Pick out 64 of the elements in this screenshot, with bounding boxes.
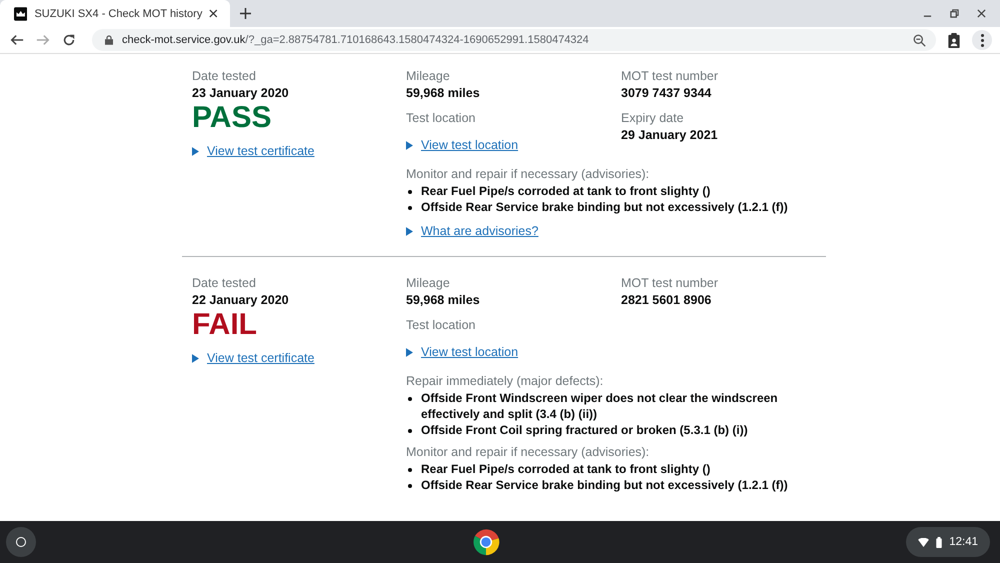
bullet-icon — [408, 206, 412, 210]
defect-heading: Monitor and repair if necessary (advisories): — [406, 444, 650, 461]
certificate-link[interactable]: View test certificate — [207, 350, 314, 367]
field-value: 59,968 miles — [406, 85, 481, 102]
defect-heading: Monitor and repair if necessary (advisories): — [406, 166, 650, 183]
field-label: MOT test number — [621, 275, 720, 292]
bullet-icon — [408, 428, 412, 432]
defect-item: Rear Fuel Pipe/s corroded at tank to front slighty () — [421, 461, 712, 477]
reload-icon[interactable] — [62, 33, 76, 47]
field-value: 22 January 2020 — [192, 292, 290, 309]
field-value: 29 January 2021 — [621, 127, 719, 144]
back-icon[interactable] — [10, 33, 24, 47]
restore-icon[interactable] — [950, 9, 959, 18]
defect-item: Offside Rear Service brake binding but not excessively (1.2.1 (f)) — [421, 477, 789, 493]
bullet-icon — [408, 396, 412, 400]
expand-triangle-icon[interactable] — [406, 141, 413, 150]
expand-triangle-icon[interactable] — [406, 227, 413, 236]
url-host: check-mot.service.gov.uk — [122, 34, 246, 46]
field-label: Test location — [406, 110, 476, 127]
field-label: Mileage — [406, 68, 451, 85]
field-value: 3079 7437 9344 — [621, 85, 712, 102]
location-link[interactable]: View test location — [421, 137, 518, 154]
expand-triangle-icon[interactable] — [192, 147, 199, 156]
field-label: Date tested — [192, 68, 257, 85]
field-value: 59,968 miles — [406, 292, 481, 309]
url-path: /?_ga=2.88754781.710168643.1580474324-1690652991.1580474324 — [245, 34, 589, 46]
location-link[interactable]: View test location — [421, 344, 518, 361]
field-label: Expiry date — [621, 110, 685, 127]
field-label: Mileage — [406, 275, 451, 292]
defect-heading: Repair immediately (major defects): — [406, 373, 604, 390]
close-icon[interactable] — [977, 9, 986, 18]
certificate-link[interactable]: View test certificate — [207, 143, 314, 160]
chrome-icon[interactable] — [471, 527, 502, 557]
status-tray[interactable]: 12:41 — [906, 527, 990, 557]
battery-icon — [936, 536, 942, 548]
zoom-out-icon[interactable] — [913, 34, 926, 46]
test-result: FAIL — [192, 309, 258, 341]
launcher-button[interactable] — [6, 527, 36, 557]
expand-triangle-icon[interactable] — [406, 348, 413, 357]
defect-item: Offside Rear Service brake binding but not excessively (1.2.1 (f)) — [421, 199, 789, 215]
expand-triangle-icon[interactable] — [192, 354, 199, 363]
defect-item: Offside Front Coil spring fractured or broken (5.3.1 (b) (i)) — [421, 422, 749, 438]
lock-icon — [105, 35, 113, 45]
clock-time: 12:41 — [949, 536, 978, 548]
wifi-icon — [918, 538, 930, 546]
defect-item: Offside Front Windscreen wiper does not clear the windscreen effectively and split (3.4 (b) (ii)) — [421, 390, 779, 422]
field-label: MOT test number — [621, 68, 720, 85]
field-label: Test location — [406, 317, 476, 334]
crown-icon — [14, 6, 28, 20]
browser-tab[interactable]: SUZUKI SX4 - Check MOT history — [0, 0, 230, 27]
bullet-icon — [408, 190, 412, 194]
advisories-link[interactable]: What are advisories? — [421, 223, 538, 240]
field-value: 23 January 2020 — [192, 85, 290, 102]
test-result: PASS — [192, 102, 272, 134]
field-label: Date tested — [192, 275, 257, 292]
close-icon[interactable] — [209, 9, 218, 18]
address-bar[interactable]: check-mot.service.gov.uk/?_ga=2.88754781.710168643.1580474324-1690652991.1580474324 — [92, 29, 936, 51]
bullet-icon — [408, 468, 412, 472]
clipboard-icon[interactable] — [948, 32, 960, 48]
defect-item: Rear Fuel Pipe/s corroded at tank to front slighty () — [421, 183, 712, 199]
bullet-icon — [408, 484, 412, 488]
new-tab-icon[interactable] — [240, 8, 251, 19]
menu-icon[interactable] — [972, 30, 992, 50]
field-value: 2821 5601 8906 — [621, 292, 712, 309]
